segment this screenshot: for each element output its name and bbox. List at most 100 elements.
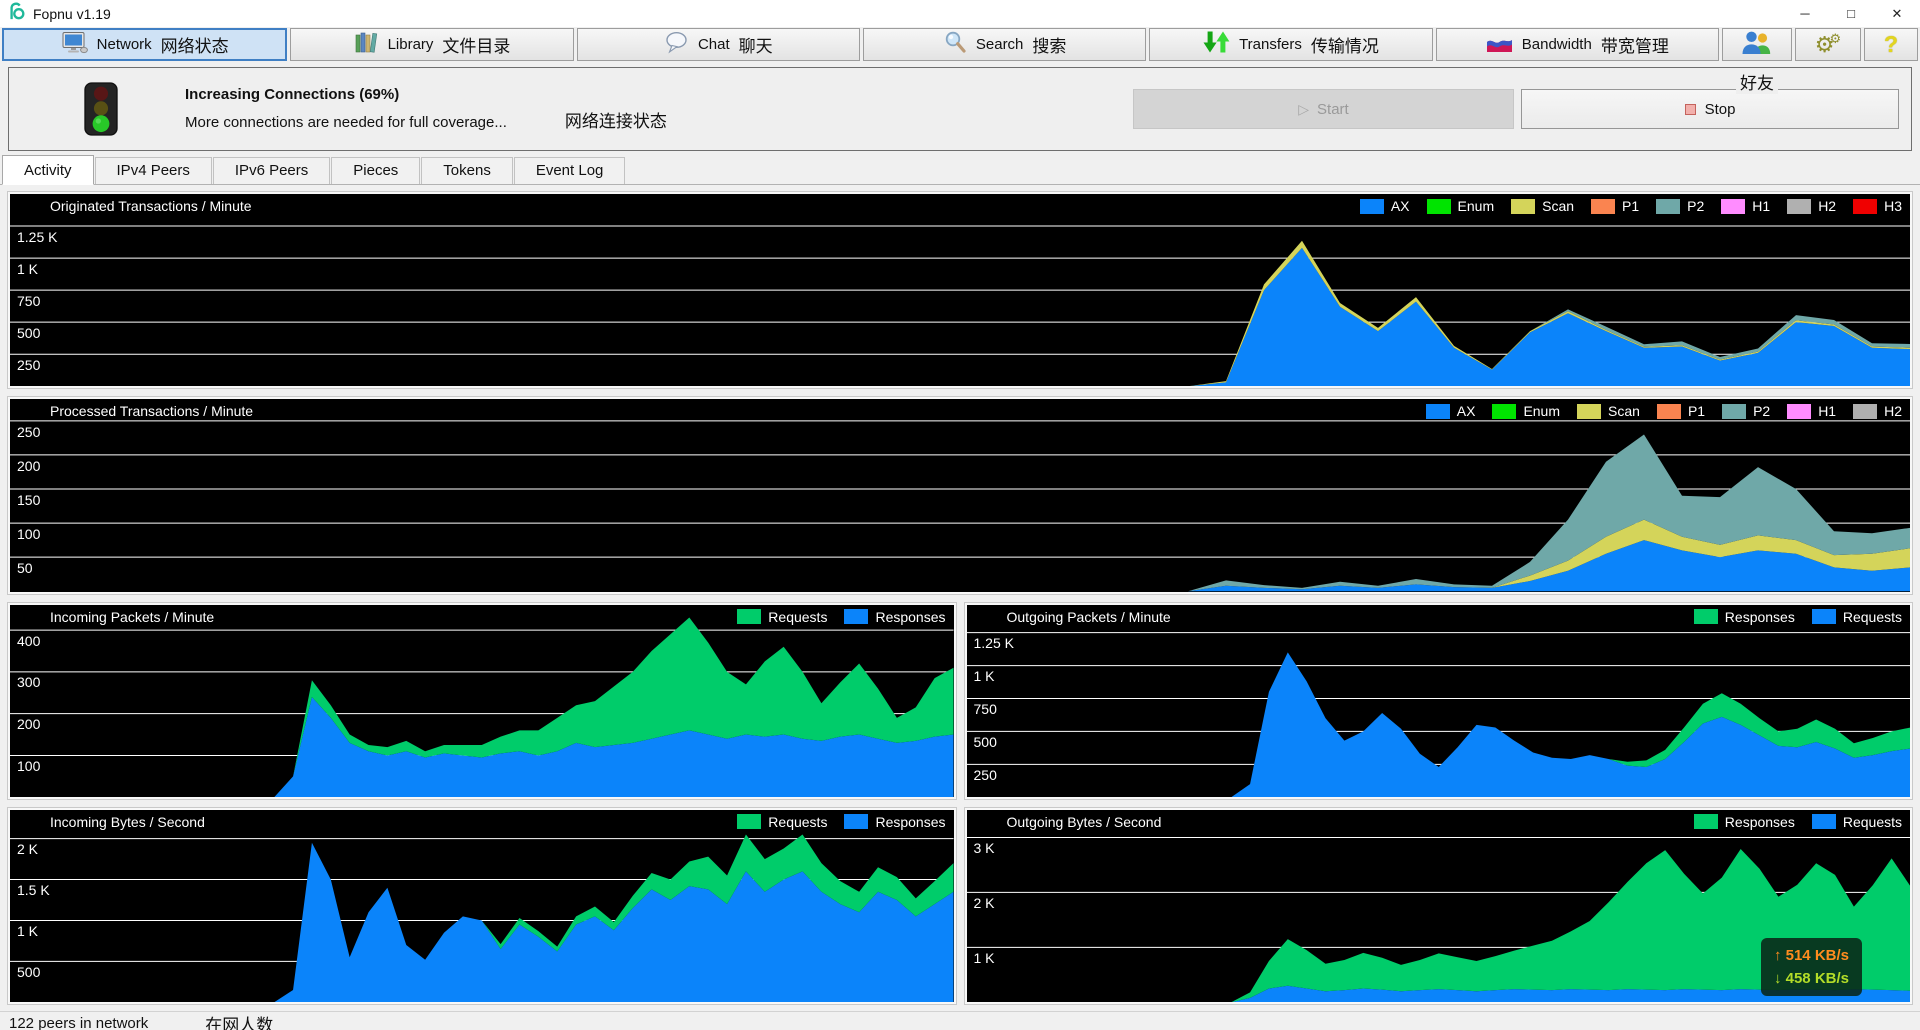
friends-button[interactable]: 好友 [1722,28,1792,61]
library-icon [354,30,379,59]
y-tick-label: 200 [17,716,40,732]
y-tick-label: 2 K [17,841,38,857]
chart-plot [10,605,954,797]
y-tick-label: 3 K [974,840,995,856]
transfer-speed-tooltip: ↑ 514 KB/s↓ 458 KB/s [1761,938,1862,997]
start-button[interactable]: ▷ Start [1133,89,1514,129]
toolbar-tab-search[interactable]: Search搜索 [863,28,1146,61]
maximize-button[interactable]: □ [1828,0,1874,27]
legend-swatch [1722,404,1746,419]
y-tick-label: 500 [17,325,40,341]
toolbar-tab-label-zh: 网络状态 [161,32,229,57]
network-icon [61,31,88,59]
legend-item-scan: Scan [1577,403,1640,419]
tab-ipv4-peers[interactable]: IPv4 Peers [95,157,212,184]
toolbar-tab-network[interactable]: Network网络状态 [2,28,287,61]
chart-legend: RequestsResponses [737,814,945,830]
toolbar-tab-label-zh: 文件目录 [442,32,510,57]
main-toolbar: Network网络状态Library文件目录Chat聊天Search搜索Tran… [0,27,1920,63]
chart-plot [10,810,954,1002]
bandwidth-icon [1486,32,1513,58]
chart-legend: ResponsesRequests [1694,814,1902,830]
friends-caption: 好友 [1736,69,1778,94]
tab-tokens[interactable]: Tokens [421,157,513,184]
chart-legend: RequestsResponses [737,609,945,625]
chart-plot [967,605,1911,797]
close-button[interactable]: ✕ [1874,0,1920,27]
legend-swatch [1511,199,1535,214]
chart-title: Incoming Packets / Minute [50,609,214,625]
down-arrow-icon: ↓ [1774,970,1782,987]
chart-outgoing-bytes: 3 K2 K1 KOutgoing Bytes / SecondResponse… [965,808,1913,1004]
settings-button[interactable]: ⚙⚙ [1795,28,1861,61]
toolbar-tab-chat[interactable]: Chat聊天 [577,28,860,61]
gears-icon: ⚙⚙ [1815,32,1841,57]
legend-item-responses: Responses [844,609,945,625]
status-title: Increasing Connections (69%) [185,86,667,103]
toolbar-tab-transfers[interactable]: Transfers传输情况 [1149,28,1432,61]
legend-item-enum: Enum [1427,198,1495,214]
legend-item-h3: H3 [1853,198,1902,214]
y-tick-label: 100 [17,526,40,542]
fopnu-logo-icon [8,2,26,25]
play-icon: ▷ [1298,101,1309,118]
y-tick-label: 2 K [974,895,995,911]
toolbar-tab-label: Search [976,36,1024,53]
chart-legend: ResponsesRequests [1694,609,1902,625]
legend-item-h2: H2 [1853,403,1902,419]
legend-swatch [1360,199,1384,214]
help-button[interactable]: ? [1864,28,1918,61]
up-arrow-icon: ↑ [1774,947,1782,964]
legend-swatch [1721,199,1745,214]
legend-item-p2: P2 [1656,198,1704,214]
legend-item-responses: Responses [1694,814,1795,830]
legend-swatch [1853,199,1877,214]
tab-activity[interactable]: Activity [2,155,94,185]
legend-swatch [1577,404,1601,419]
legend-swatch [1787,404,1811,419]
help-icon: ? [1884,31,1898,58]
y-tick-label: 750 [974,701,997,717]
y-tick-label: 1 K [17,923,38,939]
chart-title: Originated Transactions / Minute [50,198,252,214]
tab-event-log[interactable]: Event Log [514,157,626,184]
legend-item-enum: Enum [1492,403,1560,419]
status-subtitle-zh: 网络连接状态 [565,107,667,132]
legend-swatch [1694,814,1718,829]
stop-button[interactable]: Stop [1521,89,1899,129]
legend-swatch [737,814,761,829]
status-text-block: Increasing Connections (69%) More connec… [185,86,667,132]
chart-incoming-bytes: 2 K1.5 K1 K500Incoming Bytes / SecondReq… [8,808,956,1004]
y-tick-label: 1 K [17,261,38,277]
start-button-label: Start [1317,101,1349,118]
upload-speed: ↑ 514 KB/s [1774,944,1849,967]
chart-title: Processed Transactions / Minute [50,403,253,419]
bottom-status-bar: 122 peers in network 在网人数 [0,1011,1920,1030]
friends-icon [1741,30,1772,60]
stop-button-label: Stop [1705,101,1736,118]
y-tick-label: 1 K [974,950,995,966]
toolbar-tab-bandwidth[interactable]: Bandwidth带宽管理 [1436,28,1719,61]
peers-count: 122 peers in network [9,1015,148,1030]
y-tick-label: 150 [17,492,40,508]
window-title: Fopnu v1.19 [33,6,111,22]
legend-swatch [1427,199,1451,214]
legend-item-h2: H2 [1787,198,1836,214]
toolbar-tab-label: Transfers [1239,36,1302,53]
chart-plot [10,399,1910,591]
y-tick-label: 1.25 K [974,635,1014,651]
chart-plot [10,194,1910,386]
traffic-light-icon [81,82,121,136]
legend-item-ax: AX [1426,403,1476,419]
tab-ipv6-peers[interactable]: IPv6 Peers [213,157,330,184]
minimize-button[interactable]: ─ [1782,0,1828,27]
chart-incoming-packets: 400300200100Incoming Packets / MinuteReq… [8,603,956,799]
y-tick-label: 250 [17,357,40,373]
toolbar-tab-library[interactable]: Library文件目录 [290,28,573,61]
legend-swatch [844,814,868,829]
y-tick-label: 1.5 K [17,882,50,898]
legend-item-responses: Responses [844,814,945,830]
toolbar-tab-label: Chat [698,36,730,53]
tab-pieces[interactable]: Pieces [331,157,420,184]
y-tick-label: 500 [17,964,40,980]
